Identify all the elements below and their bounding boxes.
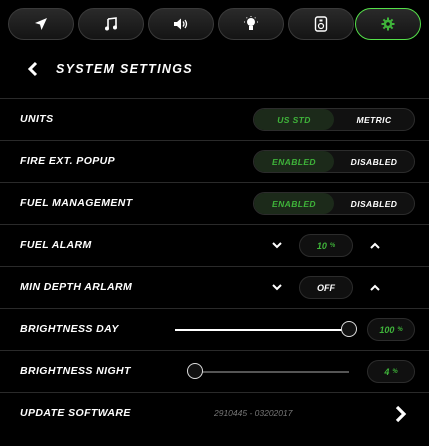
light-bulb-icon [244, 16, 258, 30]
chevron-up-icon [370, 284, 380, 291]
min-depth-alarm-label: MIN DEPTH ARLARM [20, 281, 133, 293]
fuel-alarm-increase-button[interactable] [365, 234, 385, 257]
fuel-management-toggle: ENABLED DISABLED [253, 192, 415, 215]
update-software-button[interactable] [391, 403, 411, 425]
fire-ext-label: FIRE EXT. POPUP [20, 155, 116, 167]
chevron-down-icon [272, 242, 282, 249]
tab-device[interactable] [288, 8, 354, 40]
tab-music[interactable] [78, 8, 144, 40]
units-option-metric[interactable]: METRIC [334, 109, 414, 130]
brightness-night-slider-track[interactable] [189, 371, 349, 373]
back-button[interactable] [22, 58, 44, 80]
setting-row-fuel-management: FUEL MANAGEMENT ENABLED DISABLED [0, 182, 429, 224]
software-version: 2910445 - 03202017 [214, 408, 293, 418]
units-option-us-std[interactable]: US STD [254, 109, 334, 130]
music-note-icon [105, 17, 117, 31]
units-toggle: US STD METRIC [253, 108, 415, 131]
top-tab-bar [8, 8, 421, 40]
device-remote-icon [314, 16, 328, 32]
tab-navigation[interactable] [8, 8, 74, 40]
fuel-alarm-decrease-button[interactable] [267, 234, 287, 257]
page-title: SYSTEM SETTINGS [56, 62, 193, 76]
setting-row-brightness-night: BRIGHTNESS NIGHT 4% [0, 350, 429, 392]
fuel-alarm-stepper: 10% [261, 234, 391, 257]
setting-row-update-software[interactable]: UPDATE SOFTWARE 2910445 - 03202017 [0, 392, 429, 446]
fuel-management-option-enabled[interactable]: ENABLED [254, 193, 334, 214]
speaker-volume-icon [174, 18, 188, 30]
fire-ext-option-enabled[interactable]: ENABLED [254, 151, 334, 172]
chevron-left-icon [27, 61, 38, 77]
navigation-arrow-icon [35, 18, 47, 30]
setting-row-fire-ext-popup: FIRE EXT. POPUP ENABLED DISABLED [0, 140, 429, 182]
brightness-night-label: BRIGHTNESS NIGHT [20, 365, 131, 377]
setting-row-fuel-alarm: FUEL ALARM 10% [0, 224, 429, 266]
min-depth-decrease-button[interactable] [267, 276, 287, 299]
chevron-right-icon [395, 405, 407, 423]
min-depth-alarm-value: OFF [299, 276, 353, 299]
fuel-alarm-value: 10% [299, 234, 353, 257]
brightness-night-value: 4% [367, 360, 415, 383]
fuel-management-label: FUEL MANAGEMENT [20, 197, 133, 209]
units-label: UNITS [20, 113, 54, 125]
chevron-up-icon [370, 242, 380, 249]
update-software-label: UPDATE SOFTWARE [20, 407, 131, 419]
min-depth-increase-button[interactable] [365, 276, 385, 299]
setting-row-brightness-day: BRIGHTNESS DAY 100% [0, 308, 429, 350]
brightness-day-label: BRIGHTNESS DAY [20, 323, 119, 335]
brightness-day-slider-knob[interactable] [341, 321, 357, 337]
fire-ext-toggle: ENABLED DISABLED [253, 150, 415, 173]
settings-header: SYSTEM SETTINGS [0, 48, 429, 90]
setting-row-units: UNITS US STD METRIC [0, 98, 429, 140]
brightness-day-slider-fill [175, 329, 349, 331]
chevron-down-icon [272, 284, 282, 291]
brightness-night-slider-knob[interactable] [187, 363, 204, 379]
tab-audio[interactable] [148, 8, 214, 40]
fuel-alarm-label: FUEL ALARM [20, 239, 92, 251]
min-depth-alarm-stepper: OFF [261, 276, 391, 299]
tab-lighting[interactable] [218, 8, 284, 40]
gear-icon [381, 17, 395, 31]
fuel-management-option-disabled[interactable]: DISABLED [334, 193, 414, 214]
system-settings-screen: SYSTEM SETTINGS UNITS US STD METRIC FIRE… [0, 0, 429, 445]
setting-row-min-depth-alarm: MIN DEPTH ARLARM OFF [0, 266, 429, 308]
brightness-day-value: 100% [367, 318, 415, 341]
tab-settings[interactable] [355, 8, 421, 40]
fire-ext-option-disabled[interactable]: DISABLED [334, 151, 414, 172]
